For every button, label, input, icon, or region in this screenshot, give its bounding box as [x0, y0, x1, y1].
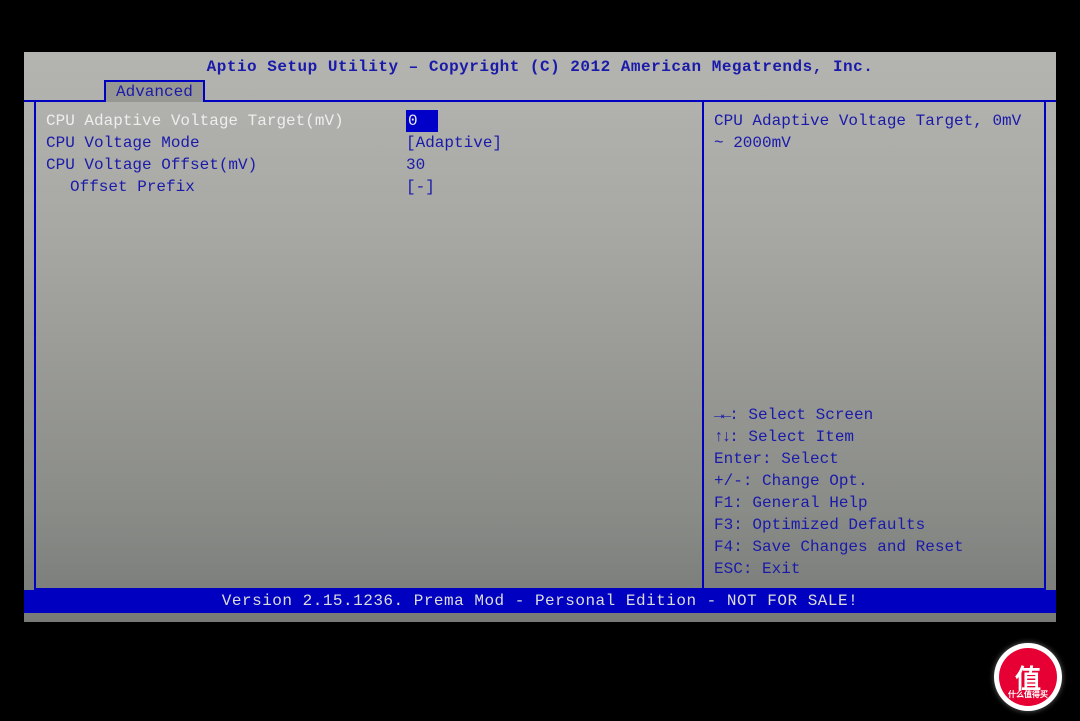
arrow-left-right-icon: →←: [714, 406, 729, 424]
setting-cpu-adaptive-voltage-target[interactable]: CPU Adaptive Voltage Target(mV) 0: [46, 110, 692, 132]
setting-label: Offset Prefix: [46, 176, 406, 198]
watermark-sub: 什么值得买: [1008, 689, 1048, 700]
key-save-reset: F4: Save Changes and Reset: [714, 536, 1034, 558]
key-change-opt: +/-: Change Opt.: [714, 470, 1034, 492]
key-sym: Enter: [714, 450, 762, 468]
setting-value: 0: [406, 110, 438, 132]
setting-value: [Adaptive]: [406, 132, 502, 154]
key-text: : Save Changes and Reset: [733, 538, 963, 556]
bios-footer: Version 2.15.1236. Prema Mod - Personal …: [24, 590, 1056, 613]
key-sym: +/-: [714, 472, 743, 490]
help-description: CPU Adaptive Voltage Target, 0mV ~ 2000m…: [714, 110, 1034, 154]
spacer: [714, 154, 1034, 404]
key-text: : General Help: [733, 494, 867, 512]
setting-label: CPU Adaptive Voltage Target(mV): [46, 110, 406, 132]
key-text: : Optimized Defaults: [733, 516, 925, 534]
help-keys: →←: Select Screen ↑↓: Select Item Enter:…: [714, 404, 1034, 580]
key-sym: F1: [714, 494, 733, 512]
key-text: : Select Item: [729, 428, 854, 446]
key-text: : Select Screen: [729, 406, 873, 424]
setting-label: CPU Voltage Offset(mV): [46, 154, 406, 176]
key-select-screen: →←: Select Screen: [714, 404, 1034, 426]
bios-header: Aptio Setup Utility – Copyright (C) 2012…: [24, 52, 1056, 80]
help-pane: CPU Adaptive Voltage Target, 0mV ~ 2000m…: [702, 102, 1046, 590]
setting-cpu-voltage-mode[interactable]: CPU Voltage Mode [Adaptive]: [46, 132, 692, 154]
key-sym: ESC: [714, 560, 743, 578]
arrow-up-down-icon: ↑↓: [714, 428, 729, 446]
key-optimized-defaults: F3: Optimized Defaults: [714, 514, 1034, 536]
bios-screen: Aptio Setup Utility – Copyright (C) 2012…: [24, 52, 1056, 622]
setting-cpu-voltage-offset[interactable]: CPU Voltage Offset(mV) 30: [46, 154, 692, 176]
key-general-help: F1: General Help: [714, 492, 1034, 514]
setting-value: [-]: [406, 176, 435, 198]
main-panes: CPU Adaptive Voltage Target(mV) 0 CPU Vo…: [34, 102, 1046, 590]
key-text: : Select: [762, 450, 839, 468]
key-text: : Change Opt.: [743, 472, 868, 490]
key-select: Enter: Select: [714, 448, 1034, 470]
key-sym: F4: [714, 538, 733, 556]
setting-offset-prefix[interactable]: Offset Prefix [-]: [46, 176, 692, 198]
setting-label: CPU Voltage Mode: [46, 132, 406, 154]
key-sym: F3: [714, 516, 733, 534]
key-select-item: ↑↓: Select Item: [714, 426, 1034, 448]
watermark-icon: 值 什么值得买: [999, 648, 1057, 706]
watermark-badge: 值 什么值得买: [994, 643, 1062, 711]
key-text: : Exit: [743, 560, 801, 578]
setting-value: 30: [406, 154, 425, 176]
key-exit: ESC: Exit: [714, 558, 1034, 580]
tab-advanced[interactable]: Advanced: [104, 80, 205, 102]
tab-row: Advanced: [24, 80, 1056, 102]
settings-pane: CPU Adaptive Voltage Target(mV) 0 CPU Vo…: [34, 102, 702, 590]
